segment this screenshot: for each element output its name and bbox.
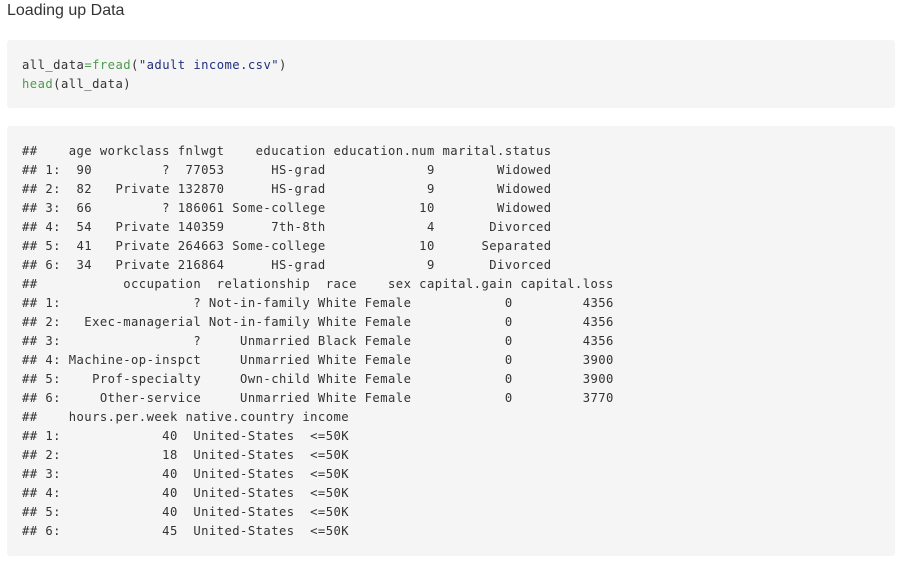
code-line-1: all_data=fread("adult income.csv") [22, 56, 287, 75]
output-line: ## 4: 54 Private 140359 7th-8th 4 Divorc… [22, 220, 552, 234]
code-operator: = [84, 58, 93, 72]
code-variable: all_data [22, 58, 85, 72]
output-line: ## 6: Other-service Unmarried White Fema… [22, 391, 614, 405]
code-line-2: head(all_data) [22, 75, 131, 94]
output-line: ## 4: 40 United-States <=50K [22, 486, 350, 500]
code-block: all_data=fread("adult income.csv") head(… [7, 40, 895, 108]
output-line: ## 2: Exec-managerial Not-in-family Whit… [22, 315, 614, 329]
output-line: ## 1: 40 United-States <=50K [22, 429, 350, 443]
output-line: ## 5: Prof-specialty Own-child White Fem… [22, 372, 614, 386]
code-paren: ) [279, 58, 287, 72]
code-paren: ( [131, 58, 139, 72]
output-line: ## 5: 41 Private 264663 Some-college 10 … [22, 239, 552, 253]
output-line: ## 5: 40 United-States <=50K [22, 505, 350, 519]
output-line: ## 6: 45 United-States <=50K [22, 524, 350, 538]
output-line: ## 3: ? Unmarried Black Female 0 4356 [22, 334, 614, 348]
output-line: ## 1: ? Not-in-family White Female 0 435… [22, 296, 614, 310]
output-block: ## age workclass fnlwgt education educat… [7, 126, 895, 556]
code-function: fread [92, 58, 132, 72]
output-line: ## occupation relationship race sex capi… [22, 277, 614, 291]
output-line: ## age workclass fnlwgt education educat… [22, 144, 552, 158]
output-line: ## 2: 82 Private 132870 HS-grad 9 Widowe… [22, 182, 552, 196]
output-line: ## 4: Machine-op-inspct Unmarried White … [22, 353, 614, 367]
code-function: head [22, 77, 54, 91]
section-title: Loading up Data [7, 2, 125, 19]
output-line: ## 3: 40 United-States <=50K [22, 467, 350, 481]
output-line: ## 6: 34 Private 216864 HS-grad 9 Divorc… [22, 258, 552, 272]
output-line: ## 2: 18 United-States <=50K [22, 448, 350, 462]
code-string: "adult income.csv" [138, 58, 280, 72]
output-line: ## 3: 66 ? 186061 Some-college 10 Widowe… [22, 201, 552, 215]
code-args: (all_data) [53, 77, 132, 91]
output-line: ## 1: 90 ? 77053 HS-grad 9 Widowed [22, 163, 552, 177]
output-line: ## hours.per.week native.country income [22, 410, 350, 424]
